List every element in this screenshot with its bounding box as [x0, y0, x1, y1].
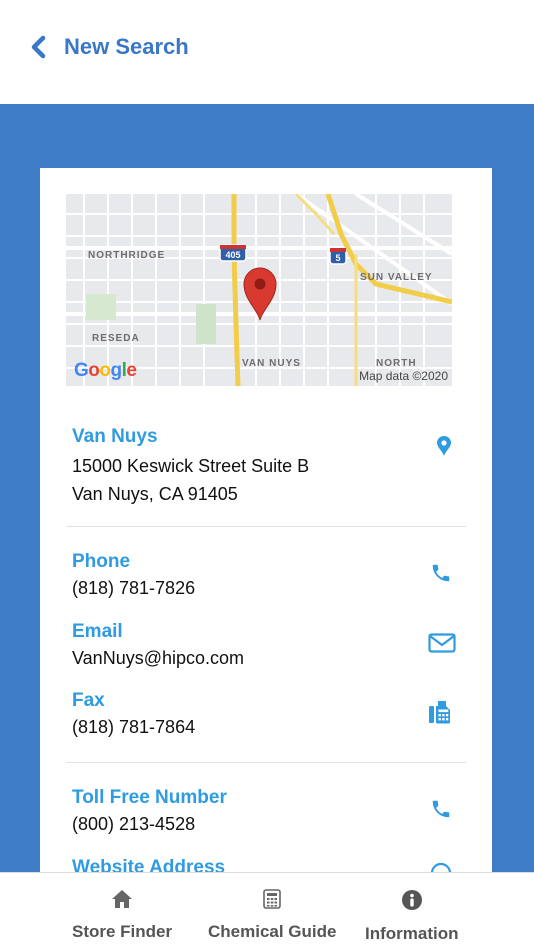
- map-marker-icon[interactable]: [436, 435, 452, 462]
- tab-label: Information: [365, 924, 459, 943]
- tab-store-finder[interactable]: Store Finder: [72, 889, 172, 942]
- fax-title: Fax: [72, 690, 105, 711]
- fax-section[interactable]: Fax (818) 781-7864: [72, 689, 466, 741]
- map-label-north: NORTH: [376, 358, 417, 369]
- email-title: Email: [72, 621, 123, 642]
- email-value[interactable]: VanNuys@hipco.com: [72, 644, 466, 672]
- interstate-405-shield: 405: [219, 244, 247, 262]
- new-search-back-button[interactable]: New Search: [30, 34, 189, 60]
- svg-text:405: 405: [225, 250, 240, 260]
- map-attribution: Map data ©2020: [359, 369, 448, 383]
- tab-label: Store Finder: [72, 922, 173, 941]
- phone-value[interactable]: (818) 781-7826: [72, 574, 466, 602]
- top-bar: New Search: [0, 0, 534, 104]
- map-label-sun-valley: SUN VALLEY: [360, 272, 433, 283]
- phone-section[interactable]: Phone (818) 781-7826: [72, 550, 466, 602]
- google-logo: Google: [74, 360, 137, 381]
- tollfree-value[interactable]: (800) 213-4528: [72, 810, 466, 838]
- back-label: New Search: [64, 34, 189, 59]
- map-label-van-nuys: VAN NUYS: [242, 358, 301, 369]
- bottom-tab-bar: Store Finder Chemical Guide Information: [0, 872, 534, 951]
- chevron-left-icon: [30, 35, 46, 59]
- interstate-5-shield: 5: [329, 247, 347, 265]
- envelope-icon[interactable]: [428, 633, 456, 658]
- phone-icon[interactable]: [430, 798, 452, 825]
- tollfree-title: Toll Free Number: [72, 787, 227, 808]
- store-map[interactable]: 405 5 NORTHRIDGE RESEDA VAN NUYS SUN VAL…: [66, 194, 452, 386]
- svg-text:5: 5: [335, 253, 340, 263]
- map-label-reseda: RESEDA: [92, 333, 140, 344]
- location-name: Van Nuys: [72, 426, 158, 447]
- tab-label: Chemical Guide: [208, 922, 337, 941]
- tollfree-section[interactable]: Toll Free Number (800) 213-4528: [72, 786, 466, 838]
- phone-title: Phone: [72, 551, 131, 572]
- divider: [66, 526, 466, 527]
- fax-icon[interactable]: [428, 700, 452, 729]
- address-section: Van Nuys 15000 Keswick Street Suite B Va…: [72, 425, 466, 508]
- store-detail-card: 405 5 NORTHRIDGE RESEDA VAN NUYS SUN VAL…: [40, 168, 492, 888]
- tab-chemical-guide[interactable]: Chemical Guide: [208, 889, 336, 942]
- tab-information[interactable]: Information: [365, 889, 459, 944]
- map-label-northridge: NORTHRIDGE: [88, 250, 166, 261]
- fax-value[interactable]: (818) 781-7864: [72, 713, 466, 741]
- calculator-icon: [263, 889, 282, 914]
- info-icon: [401, 889, 423, 916]
- address-line-2: Van Nuys, CA 91405: [72, 484, 238, 504]
- home-icon: [111, 889, 133, 914]
- address-line-1: 15000 Keswick Street Suite B: [72, 456, 310, 476]
- email-section[interactable]: Email VanNuys@hipco.com: [72, 620, 466, 672]
- phone-icon[interactable]: [430, 562, 452, 589]
- divider: [66, 762, 466, 763]
